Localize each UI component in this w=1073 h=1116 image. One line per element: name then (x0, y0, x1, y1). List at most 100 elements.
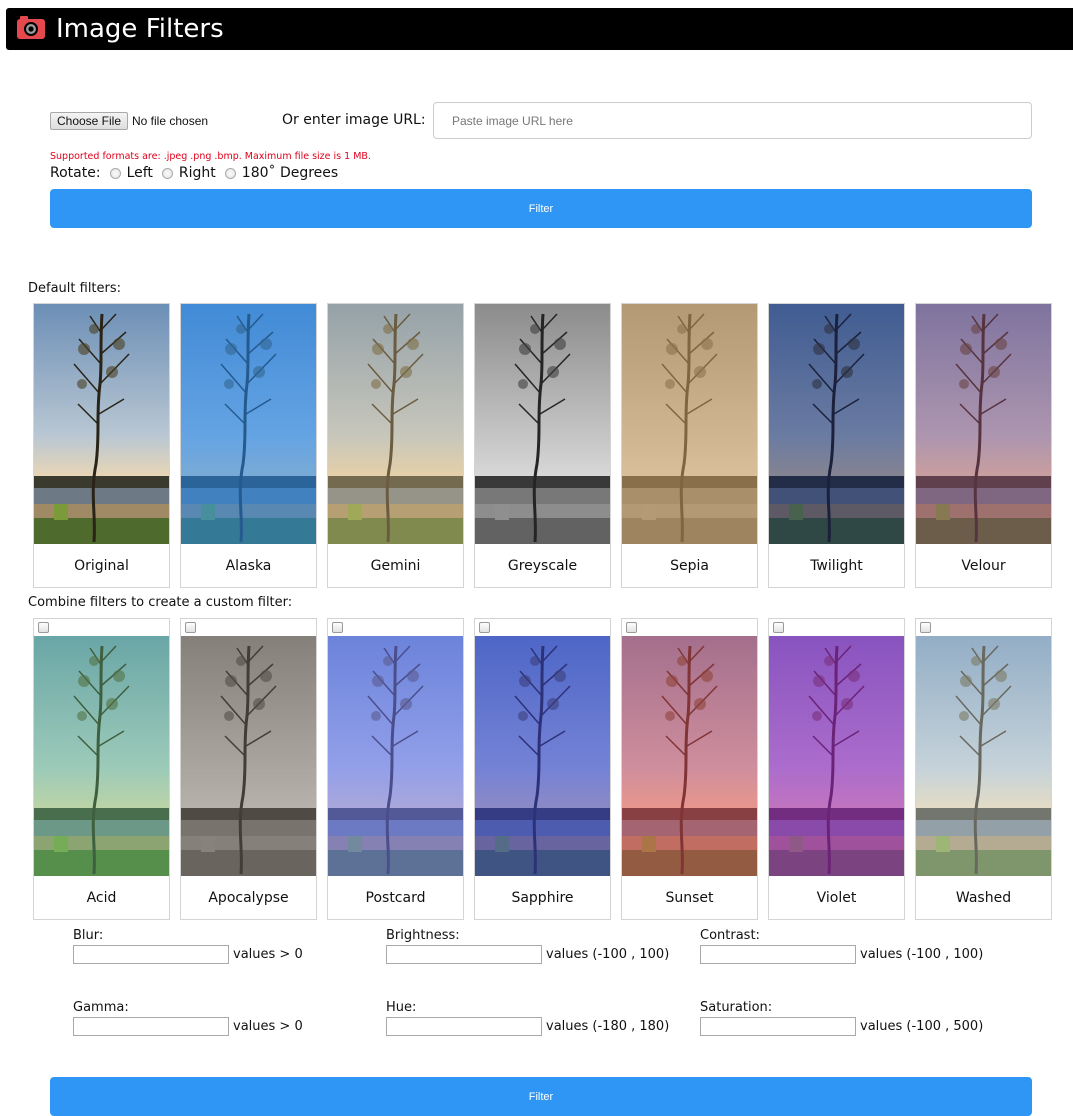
tree-photo (34, 636, 169, 876)
hue-label: Hue: (386, 1000, 417, 1015)
hue-hint: values (-180 , 180) (546, 1019, 670, 1034)
tree-photo (475, 636, 610, 876)
filter-name: Velour (961, 558, 1006, 574)
rotate-180-radio[interactable] (224, 167, 236, 179)
blur-hint: values > 0 (233, 947, 303, 962)
default-filter-card-velour[interactable]: Velour (915, 303, 1052, 588)
filter-name: Greyscale (507, 558, 578, 574)
app-title: Image Filters (56, 14, 224, 44)
tree-photo (916, 636, 1051, 876)
filter-name: Gemini (370, 558, 421, 574)
rotate-options: Rotate: Left Right 180˚ Degrees (50, 164, 338, 182)
rotate-left-radio[interactable] (109, 167, 121, 179)
tree-photo (328, 636, 463, 876)
filter-preview-image (916, 304, 1051, 544)
rotate-right-label: Right (178, 165, 216, 181)
saturation-input[interactable] (700, 1017, 856, 1036)
filter-checkbox[interactable] (626, 622, 637, 633)
filter-checkbox[interactable] (332, 622, 343, 633)
choose-file-button[interactable]: Choose File (50, 112, 128, 130)
filter-name: Acid (86, 890, 117, 906)
gamma-input[interactable] (73, 1017, 229, 1036)
tree-photo (181, 636, 316, 876)
tree-photo (475, 304, 610, 544)
tree-photo (622, 636, 757, 876)
tree-photo (34, 304, 169, 544)
gamma-label: Gamma: (73, 1000, 129, 1015)
filter-preview-image (475, 304, 610, 544)
saturation-hint: values (-100 , 500) (860, 1019, 984, 1034)
filter-preview-image (34, 304, 169, 544)
contrast-hint: values (-100 , 100) (860, 947, 984, 962)
custom-filter-card-violet[interactable]: Violet (768, 618, 905, 920)
default-filter-card-sepia[interactable]: Sepia (621, 303, 758, 588)
filter-preview-image (622, 304, 757, 544)
filter-checkbox[interactable] (773, 622, 784, 633)
image-url-input[interactable] (433, 102, 1032, 139)
camera-icon (17, 16, 45, 39)
filter-preview-image (328, 636, 463, 876)
filter-checkbox[interactable] (185, 622, 196, 633)
filter-preview-image (769, 304, 904, 544)
app-header: Image Filters (6, 8, 1073, 50)
filter-preview-image (622, 636, 757, 876)
rotate-right-radio[interactable] (161, 167, 173, 179)
blur-label: Blur: (73, 928, 104, 943)
gamma-hint: values > 0 (233, 1019, 303, 1034)
filter-checkbox[interactable] (479, 622, 490, 633)
filter-name: Sunset (665, 890, 714, 906)
filter-preview-image (328, 304, 463, 544)
custom-filter-card-sunset[interactable]: Sunset (621, 618, 758, 920)
filter-preview-image (769, 636, 904, 876)
filter-name: Apocalypse (208, 890, 289, 906)
tree-photo (328, 304, 463, 544)
filter-preview-image (181, 304, 316, 544)
filter-preview-image (34, 636, 169, 876)
default-filters-label: Default filters: (28, 281, 122, 296)
filter-checkbox[interactable] (38, 622, 49, 633)
combine-filters-label: Combine filters to create a custom filte… (28, 595, 293, 610)
custom-filter-card-sapphire[interactable]: Sapphire (474, 618, 611, 920)
filter-preview-image (475, 636, 610, 876)
rotate-label: Rotate: (50, 165, 101, 181)
default-filter-card-gemini[interactable]: Gemini (327, 303, 464, 588)
filter-name: Original (74, 558, 129, 574)
file-status: No file chosen (132, 114, 209, 128)
tree-photo (181, 304, 316, 544)
tree-photo (916, 304, 1051, 544)
default-filter-card-greyscale[interactable]: Greyscale (474, 303, 611, 588)
custom-filter-card-postcard[interactable]: Postcard (327, 618, 464, 920)
filter-name: Twilight (810, 558, 863, 574)
contrast-label: Contrast: (700, 928, 760, 943)
filter-name: Sepia (670, 558, 709, 574)
brightness-hint: values (-100 , 100) (546, 947, 670, 962)
url-label: Or enter image URL: (282, 112, 426, 128)
hue-input[interactable] (386, 1017, 542, 1036)
filter-checkbox[interactable] (920, 622, 931, 633)
filter-preview-image (916, 636, 1051, 876)
contrast-input[interactable] (700, 945, 856, 964)
filter-name: Washed (955, 890, 1012, 906)
filter-name: Sapphire (511, 890, 574, 906)
default-filter-card-original[interactable]: Original (33, 303, 170, 588)
default-filter-card-alaska[interactable]: Alaska (180, 303, 317, 588)
brightness-input[interactable] (386, 945, 542, 964)
rotate-180-label: 180˚ Degrees (241, 165, 339, 181)
filter-name: Postcard (365, 890, 426, 906)
custom-filter-card-acid[interactable]: Acid (33, 618, 170, 920)
filter-button-top[interactable]: Filter (50, 189, 1032, 228)
filter-name: Alaska (225, 558, 272, 574)
default-filter-card-twilight[interactable]: Twilight (768, 303, 905, 588)
filter-button-bottom[interactable]: Filter (50, 1077, 1032, 1116)
rotate-left-label: Left (126, 165, 153, 181)
tree-photo (769, 304, 904, 544)
custom-filter-card-washed[interactable]: Washed (915, 618, 1052, 920)
filter-name: Violet (816, 890, 857, 906)
custom-filter-card-apocalypse[interactable]: Apocalypse (180, 618, 317, 920)
blur-input[interactable] (73, 945, 229, 964)
saturation-label: Saturation: (700, 1000, 773, 1015)
formats-note: Supported formats are: .jpeg .png .bmp. … (50, 151, 371, 162)
filter-preview-image (181, 636, 316, 876)
tree-photo (769, 636, 904, 876)
brightness-label: Brightness: (386, 928, 460, 943)
